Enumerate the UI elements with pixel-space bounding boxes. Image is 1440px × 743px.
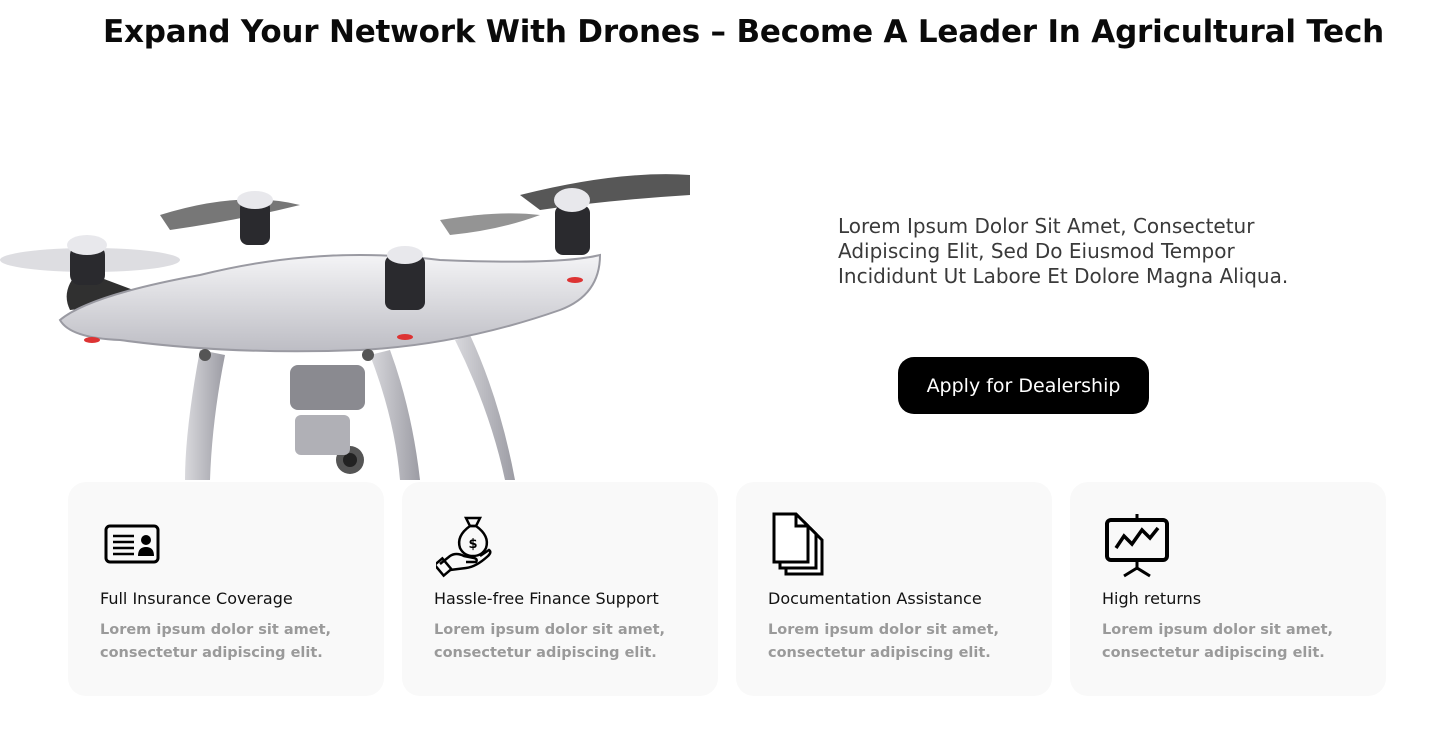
feature-description: Lorem ipsum dolor sit amet, consectetur … [768,622,1000,661]
feature-description: Lorem ipsum dolor sit amet, consectetur … [1102,622,1334,661]
presentation-chart-icon [1105,514,1169,578]
apply-dealership-button[interactable]: Apply for Dealership [898,357,1149,414]
feature-card-documentation: Documentation Assistance Lorem ipsum dol… [736,482,1052,696]
feature-card-returns: High returns Lorem ipsum dolor sit amet,… [1070,482,1386,696]
feature-description: Lorem ipsum dolor sit amet, consectetur … [100,622,332,661]
documents-icon [772,512,824,576]
feature-description: Lorem ipsum dolor sit amet, consectetur … [434,622,666,661]
money-bag-hand-icon: $ [436,516,492,578]
feature-title: Full Insurance Coverage [100,589,293,608]
feature-title: Hassle-free Finance Support [434,589,659,608]
svg-text:$: $ [468,537,477,552]
feature-title: Documentation Assistance [768,589,982,608]
feature-cards: Full Insurance Coverage Lorem ipsum dolo… [68,482,1386,696]
page-title: Expand Your Network With Drones – Become… [103,14,1385,50]
id-card-icon [104,524,160,564]
feature-card-insurance: Full Insurance Coverage Lorem ipsum dolo… [68,482,384,696]
feature-title: High returns [1102,589,1202,608]
feature-card-finance: $ Hassle-free Finance Support Lorem ipsu… [402,482,718,696]
intro-text: Lorem Ipsum Dolor Sit Amet, Consectetur … [838,214,1289,288]
